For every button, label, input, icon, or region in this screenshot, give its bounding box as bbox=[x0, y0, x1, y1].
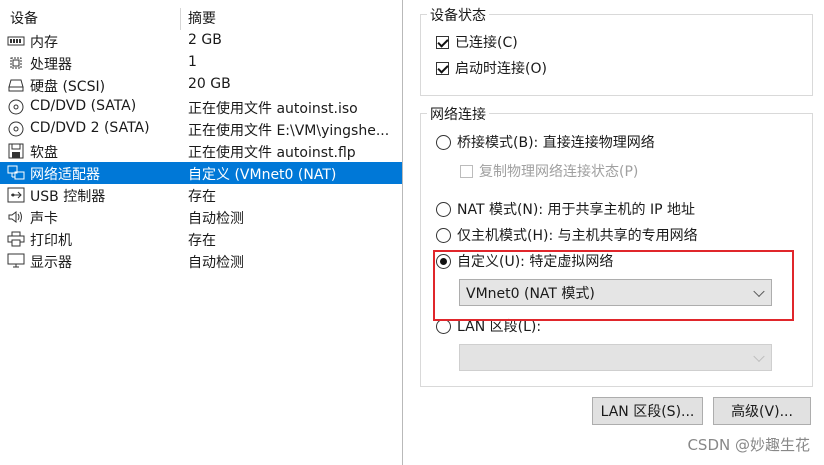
device-row-printer[interactable]: 打印机 存在 bbox=[0, 228, 402, 250]
device-name: 网络适配器 bbox=[30, 167, 100, 183]
usb-icon bbox=[7, 187, 25, 203]
device-name: 打印机 bbox=[30, 233, 72, 249]
custom-label: 自定义(U): 特定虚拟网络 bbox=[457, 254, 614, 270]
cd-dvd-icon bbox=[7, 99, 25, 115]
lan-segment-radio[interactable]: LAN 区段(L): bbox=[436, 316, 541, 336]
device-name: 声卡 bbox=[30, 211, 58, 227]
lan-segment-select[interactable] bbox=[459, 344, 772, 371]
printer-icon bbox=[7, 231, 25, 247]
device-row-display[interactable]: 显示器 自动检测 bbox=[0, 250, 402, 272]
memory-icon bbox=[7, 33, 25, 49]
checkbox-checked-icon[interactable] bbox=[436, 35, 449, 49]
hard-disk-icon bbox=[7, 77, 25, 93]
custom-radio[interactable]: 自定义(U): 特定虚拟网络 bbox=[436, 251, 613, 271]
network-connection-title: 网络连接 bbox=[427, 104, 489, 124]
radio-unselected-icon[interactable] bbox=[436, 201, 451, 217]
connect-at-power-on-label: 启动时连接(O) bbox=[455, 61, 547, 77]
host-only-label: 仅主机模式(H): 与主机共享的专用网络 bbox=[457, 228, 698, 244]
device-row-processor[interactable]: 处理器 1 bbox=[0, 52, 402, 74]
device-summary: 自动检测 bbox=[188, 255, 244, 271]
device-summary: 存在 bbox=[188, 233, 216, 249]
bridged-label: 桥接模式(B): 直接连接物理网络 bbox=[457, 135, 655, 151]
connected-checkbox[interactable]: 已连接(C) bbox=[436, 32, 518, 52]
radio-selected-icon[interactable] bbox=[436, 253, 451, 269]
checkbox-checked-icon[interactable] bbox=[436, 61, 449, 75]
nat-radio[interactable]: NAT 模式(N): 用于共享主机的 IP 地址 bbox=[436, 199, 695, 219]
device-row-cd-dvd-2[interactable]: CD/DVD 2 (SATA) 正在使用文件 E:\VM\yingshe... bbox=[0, 118, 402, 140]
floppy-icon bbox=[7, 143, 25, 159]
device-row-network-adapter[interactable]: 网络适配器 自定义 (VMnet0 (NAT) bbox=[0, 162, 402, 184]
processor-icon bbox=[7, 55, 25, 71]
device-summary: 自定义 (VMnet0 (NAT) bbox=[188, 167, 337, 183]
connect-at-power-on-checkbox[interactable]: 启动时连接(O) bbox=[436, 58, 547, 78]
device-list-header: 设备 摘要 bbox=[0, 8, 402, 30]
device-row-usb[interactable]: USB 控制器 存在 bbox=[0, 184, 402, 206]
device-name: 软盘 bbox=[30, 145, 58, 161]
bridged-radio[interactable]: 桥接模式(B): 直接连接物理网络 bbox=[436, 132, 655, 152]
lan-segment-label: LAN 区段(L): bbox=[457, 319, 542, 335]
custom-network-value: VMnet0 (NAT 模式) bbox=[466, 285, 595, 302]
device-name: CD/DVD 2 (SATA) bbox=[30, 120, 150, 136]
radio-unselected-icon[interactable] bbox=[436, 318, 451, 334]
device-status-title: 设备状态 bbox=[427, 5, 489, 25]
checkbox-unchecked-icon[interactable] bbox=[460, 164, 473, 178]
device-summary: 存在 bbox=[188, 189, 216, 205]
device-row-hard-disk[interactable]: 硬盘 (SCSI) 20 GB bbox=[0, 74, 402, 96]
connected-label: 已连接(C) bbox=[455, 35, 518, 51]
monitor-icon bbox=[7, 253, 25, 269]
network-adapter-icon bbox=[7, 165, 25, 181]
column-divider[interactable] bbox=[180, 8, 181, 30]
device-name: 处理器 bbox=[30, 57, 72, 73]
device-row-floppy[interactable]: 软盘 正在使用文件 autoinst.flp bbox=[0, 140, 402, 162]
column-header-summary[interactable]: 摘要 bbox=[188, 8, 216, 28]
radio-unselected-icon[interactable] bbox=[436, 227, 451, 243]
device-summary: 正在使用文件 autoinst.flp bbox=[188, 145, 356, 161]
device-status-group bbox=[420, 14, 813, 96]
column-header-device[interactable]: 设备 bbox=[10, 8, 38, 28]
device-row-cd-dvd[interactable]: CD/DVD (SATA) 正在使用文件 autoinst.iso bbox=[0, 96, 402, 118]
nat-label: NAT 模式(N): 用于共享主机的 IP 地址 bbox=[457, 202, 695, 218]
radio-unselected-icon[interactable] bbox=[436, 134, 451, 150]
device-summary: 20 GB bbox=[188, 76, 231, 92]
device-name: 显示器 bbox=[30, 255, 72, 271]
lan-segments-button[interactable]: LAN 区段(S)... bbox=[592, 397, 703, 425]
device-name: USB 控制器 bbox=[30, 189, 106, 205]
host-only-radio[interactable]: 仅主机模式(H): 与主机共享的专用网络 bbox=[436, 225, 698, 245]
cd-dvd-icon bbox=[7, 121, 25, 137]
device-name: 硬盘 (SCSI) bbox=[30, 79, 106, 95]
speaker-icon bbox=[7, 209, 25, 225]
device-summary: 正在使用文件 E:\VM\yingshe... bbox=[188, 123, 390, 139]
device-name: CD/DVD (SATA) bbox=[30, 98, 137, 114]
device-summary: 1 bbox=[188, 54, 197, 70]
device-summary: 2 GB bbox=[188, 32, 222, 48]
device-summary: 正在使用文件 autoinst.iso bbox=[188, 101, 358, 117]
device-row-sound-card[interactable]: 声卡 自动检测 bbox=[0, 206, 402, 228]
device-name: 内存 bbox=[30, 35, 58, 51]
device-list: 设备 摘要 内存 2 GB 处理器 1 硬盘 (SCSI) 20 GB CD/D… bbox=[0, 0, 403, 465]
device-summary: 自动检测 bbox=[188, 211, 244, 227]
replicate-state-checkbox[interactable]: 复制物理网络连接状态(P) bbox=[460, 161, 638, 181]
watermark: CSDN @妙趣生花 bbox=[687, 436, 810, 454]
custom-network-select[interactable]: VMnet0 (NAT 模式) bbox=[459, 279, 772, 306]
device-row-memory[interactable]: 内存 2 GB bbox=[0, 30, 402, 52]
chevron-down-icon bbox=[753, 285, 765, 297]
chevron-down-icon bbox=[753, 350, 765, 362]
advanced-button[interactable]: 高级(V)... bbox=[713, 397, 811, 425]
replicate-state-label: 复制物理网络连接状态(P) bbox=[479, 164, 639, 180]
